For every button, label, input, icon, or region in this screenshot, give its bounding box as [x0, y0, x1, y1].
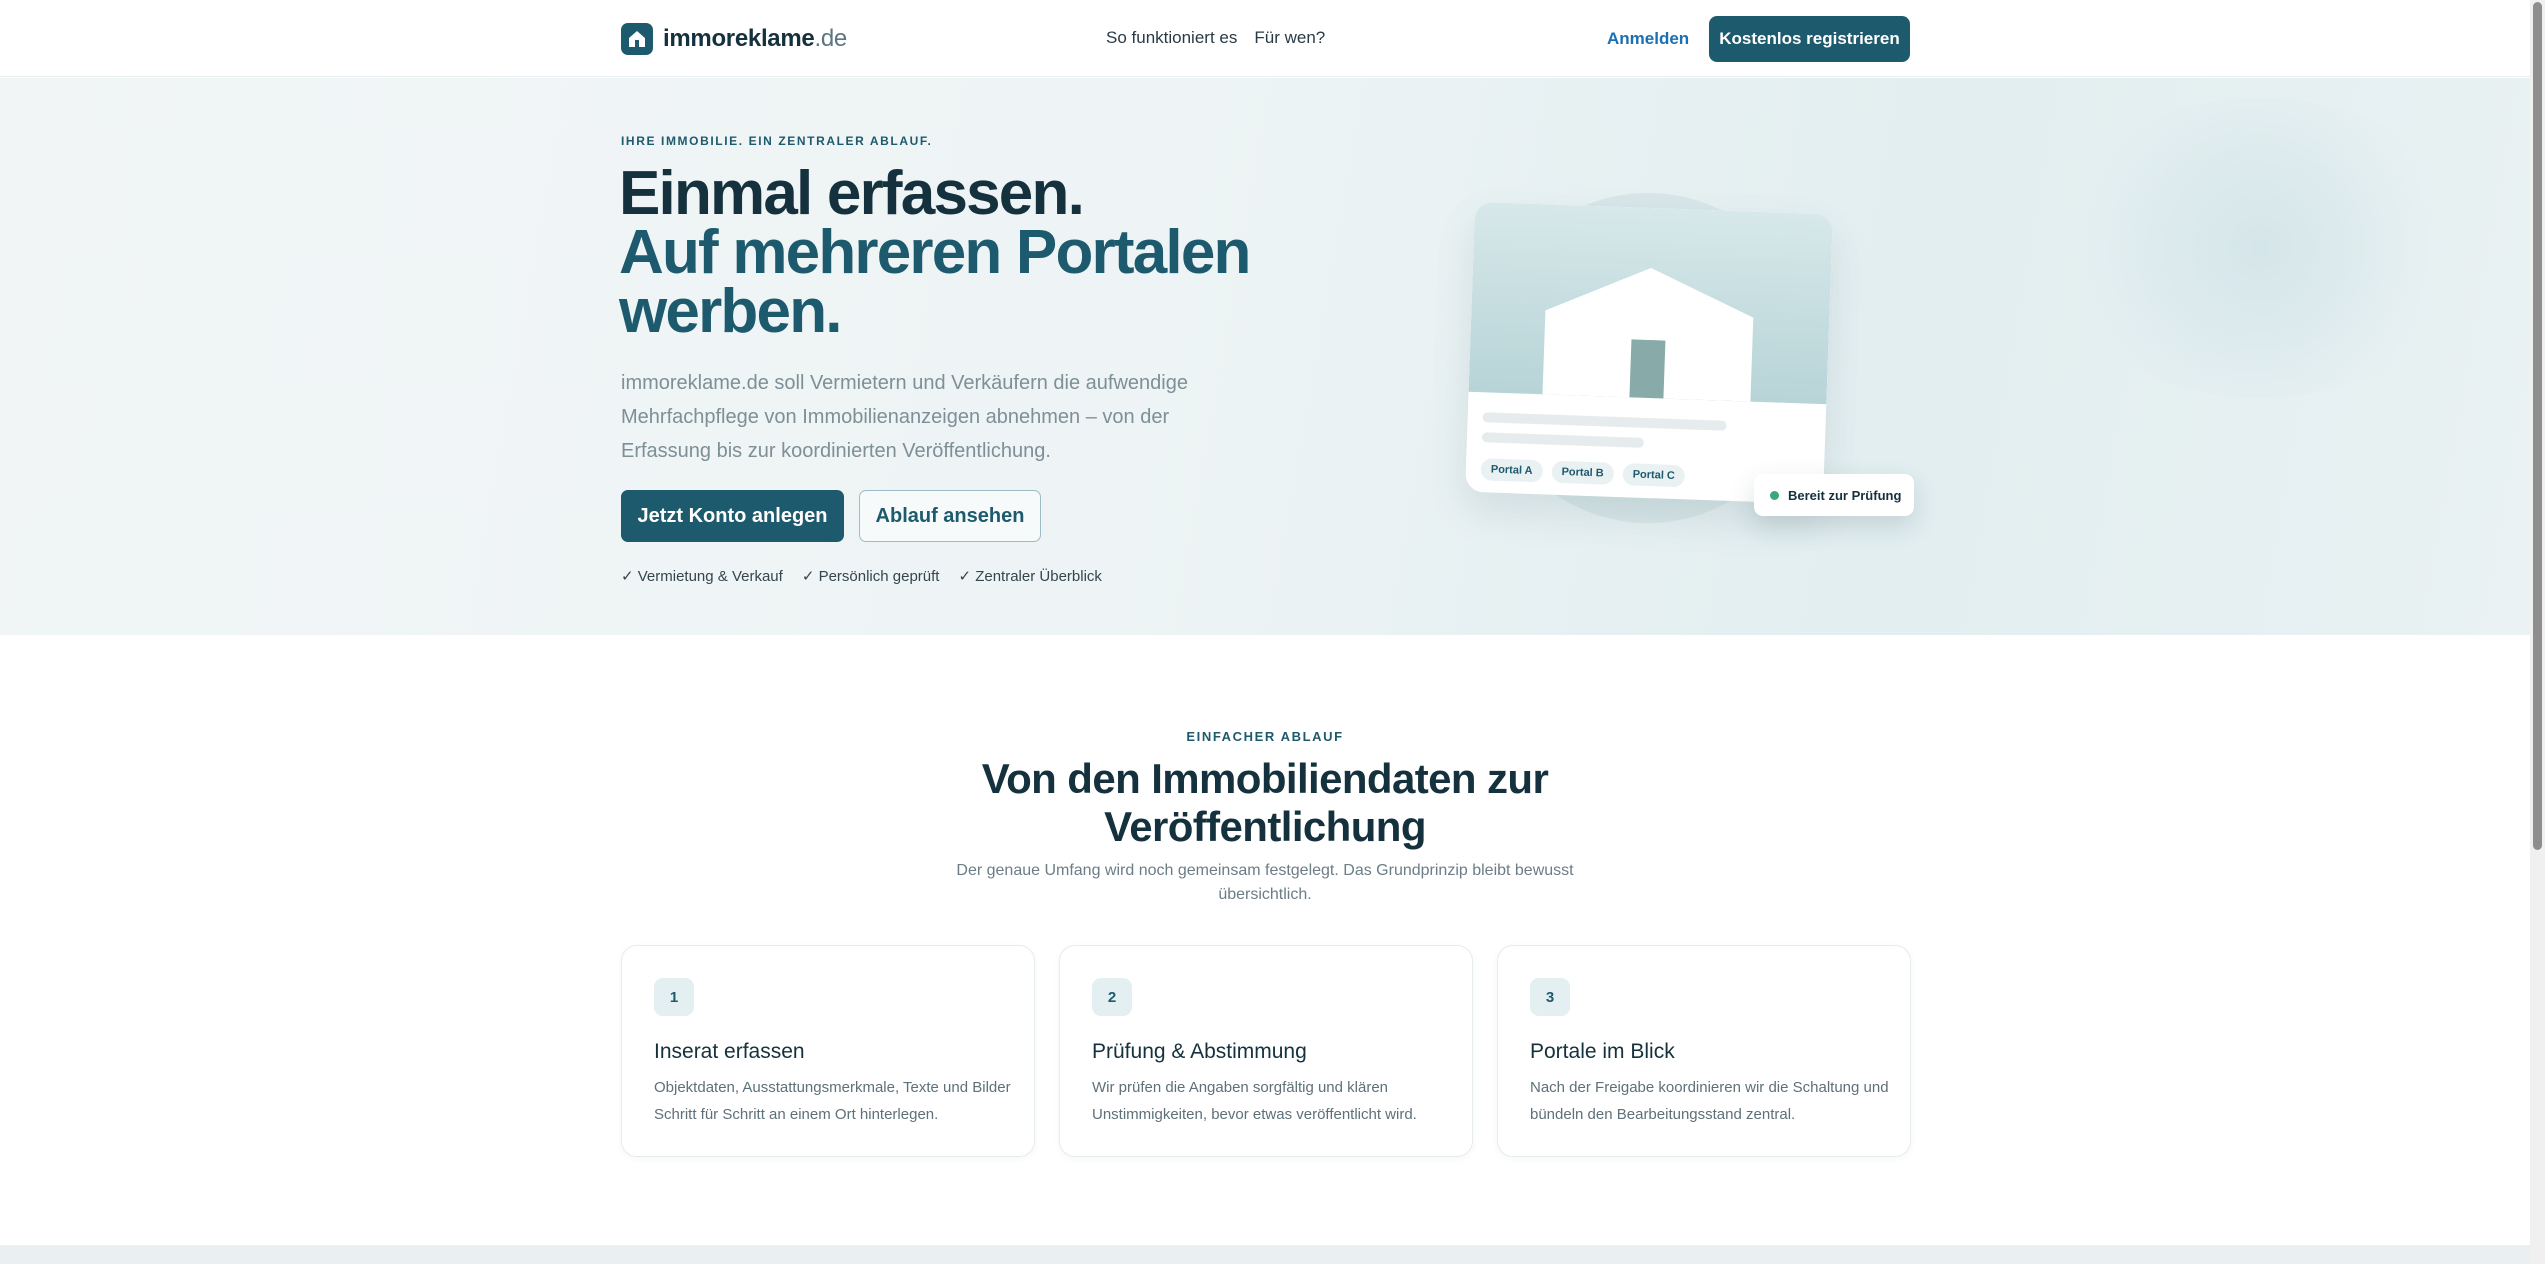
check-item: ✓ Vermietung & Verkauf	[621, 568, 783, 585]
status-text: Bereit zur Prüfung	[1788, 487, 1902, 503]
step-title: Portale im Blick	[1530, 1040, 1675, 1063]
logo[interactable]: immoreklame.de	[621, 23, 847, 55]
hero-lead: immoreklame.de soll Vermietern und Verkä…	[621, 372, 1188, 462]
portal-pill: Portal C	[1622, 463, 1686, 488]
step-card: 2 Prüfung & Abstimmung Wir prüfen die An…	[1059, 945, 1473, 1157]
status-badge: Bereit zur Prüfung	[1754, 474, 1914, 516]
logo-tld: .de	[814, 25, 847, 52]
logo-main: immoreklame	[663, 25, 815, 52]
step-number: 2	[1092, 978, 1132, 1016]
portal-pill: Portal B	[1551, 460, 1615, 485]
house-icon	[1542, 268, 1754, 402]
card-image-area	[1468, 201, 1833, 405]
hero-title-line1: Einmal erfassen.	[619, 159, 1085, 228]
nav-for-whom[interactable]: Für wen?	[1254, 28, 1325, 48]
step-number: 3	[1530, 978, 1570, 1016]
step-card: 1 Inserat erfassen Objektdaten, Ausstatt…	[621, 945, 1035, 1157]
status-dot-icon	[1770, 490, 1779, 500]
portal-list: Portal A Portal B Portal C	[1480, 458, 1686, 488]
listing-card-illustration: Portal A Portal B Portal C	[1465, 201, 1833, 505]
scrollbar-thumb[interactable]	[2533, 2, 2542, 850]
next-section-edge	[0, 1245, 2530, 1264]
process-subtitle: Der genaue Umfang wird noch gemeinsam fe…	[956, 862, 1574, 903]
logo-text: immoreklame.de	[663, 25, 847, 53]
step-description: Nach der Freigabe koordinieren wir die S…	[1530, 1079, 1889, 1123]
step-cards: 1 Inserat erfassen Objektdaten, Ausstatt…	[621, 945, 1911, 1157]
check-item: ✓ Persönlich geprüft	[801, 568, 940, 585]
step-description: Objektdaten, Ausstattungsmerkmale, Texte…	[654, 1079, 1011, 1123]
step-description: Wir prüfen die Angaben sorgfältig und kl…	[1092, 1079, 1417, 1123]
placeholder-line	[1481, 432, 1645, 448]
view-process-button[interactable]: Ablauf ansehen	[859, 490, 1041, 542]
step-card: 3 Portale im Blick Nach der Freigabe koo…	[1497, 945, 1911, 1157]
hero-glow	[2050, 98, 2470, 398]
hero-section: IHRE IMMOBILIE. EIN ZENTRALER ABLAUF. Ei…	[0, 78, 2530, 635]
hero-checklist: ✓ Vermietung & Verkauf ✓ Persönlich gepr…	[621, 567, 1102, 585]
hero-title: Einmal erfassen. Auf mehreren Portalen w…	[619, 159, 1319, 346]
process-section: EINFACHER ABLAUF Von den Immobiliendaten…	[0, 635, 2530, 1245]
process-eyebrow: EINFACHER ABLAUF	[1186, 729, 1344, 744]
login-link[interactable]: Anmelden	[1607, 29, 1689, 49]
process-title: Von den Immobiliendaten zur Veröffentlic…	[981, 755, 1549, 850]
house-logo-icon	[621, 23, 653, 55]
main-nav: So funktioniert es Für wen?	[1106, 28, 1325, 48]
portal-pill: Portal A	[1480, 458, 1543, 483]
nav-how-it-works[interactable]: So funktioniert es	[1106, 28, 1237, 48]
create-account-button[interactable]: Jetzt Konto anlegen	[621, 490, 844, 542]
register-button[interactable]: Kostenlos registrieren	[1709, 16, 1910, 62]
site-header: immoreklame.de So funktioniert es Für we…	[0, 0, 2530, 77]
check-item: ✓ Zentraler Überblick	[958, 568, 1102, 585]
step-number: 1	[654, 978, 694, 1016]
hero-title-line2: Auf mehreren Portalen werben.	[619, 218, 1251, 346]
step-title: Prüfung & Abstimmung	[1092, 1040, 1307, 1063]
placeholder-line	[1482, 412, 1727, 431]
hero-eyebrow: IHRE IMMOBILIE. EIN ZENTRALER ABLAUF.	[621, 134, 933, 148]
step-title: Inserat erfassen	[654, 1040, 805, 1063]
